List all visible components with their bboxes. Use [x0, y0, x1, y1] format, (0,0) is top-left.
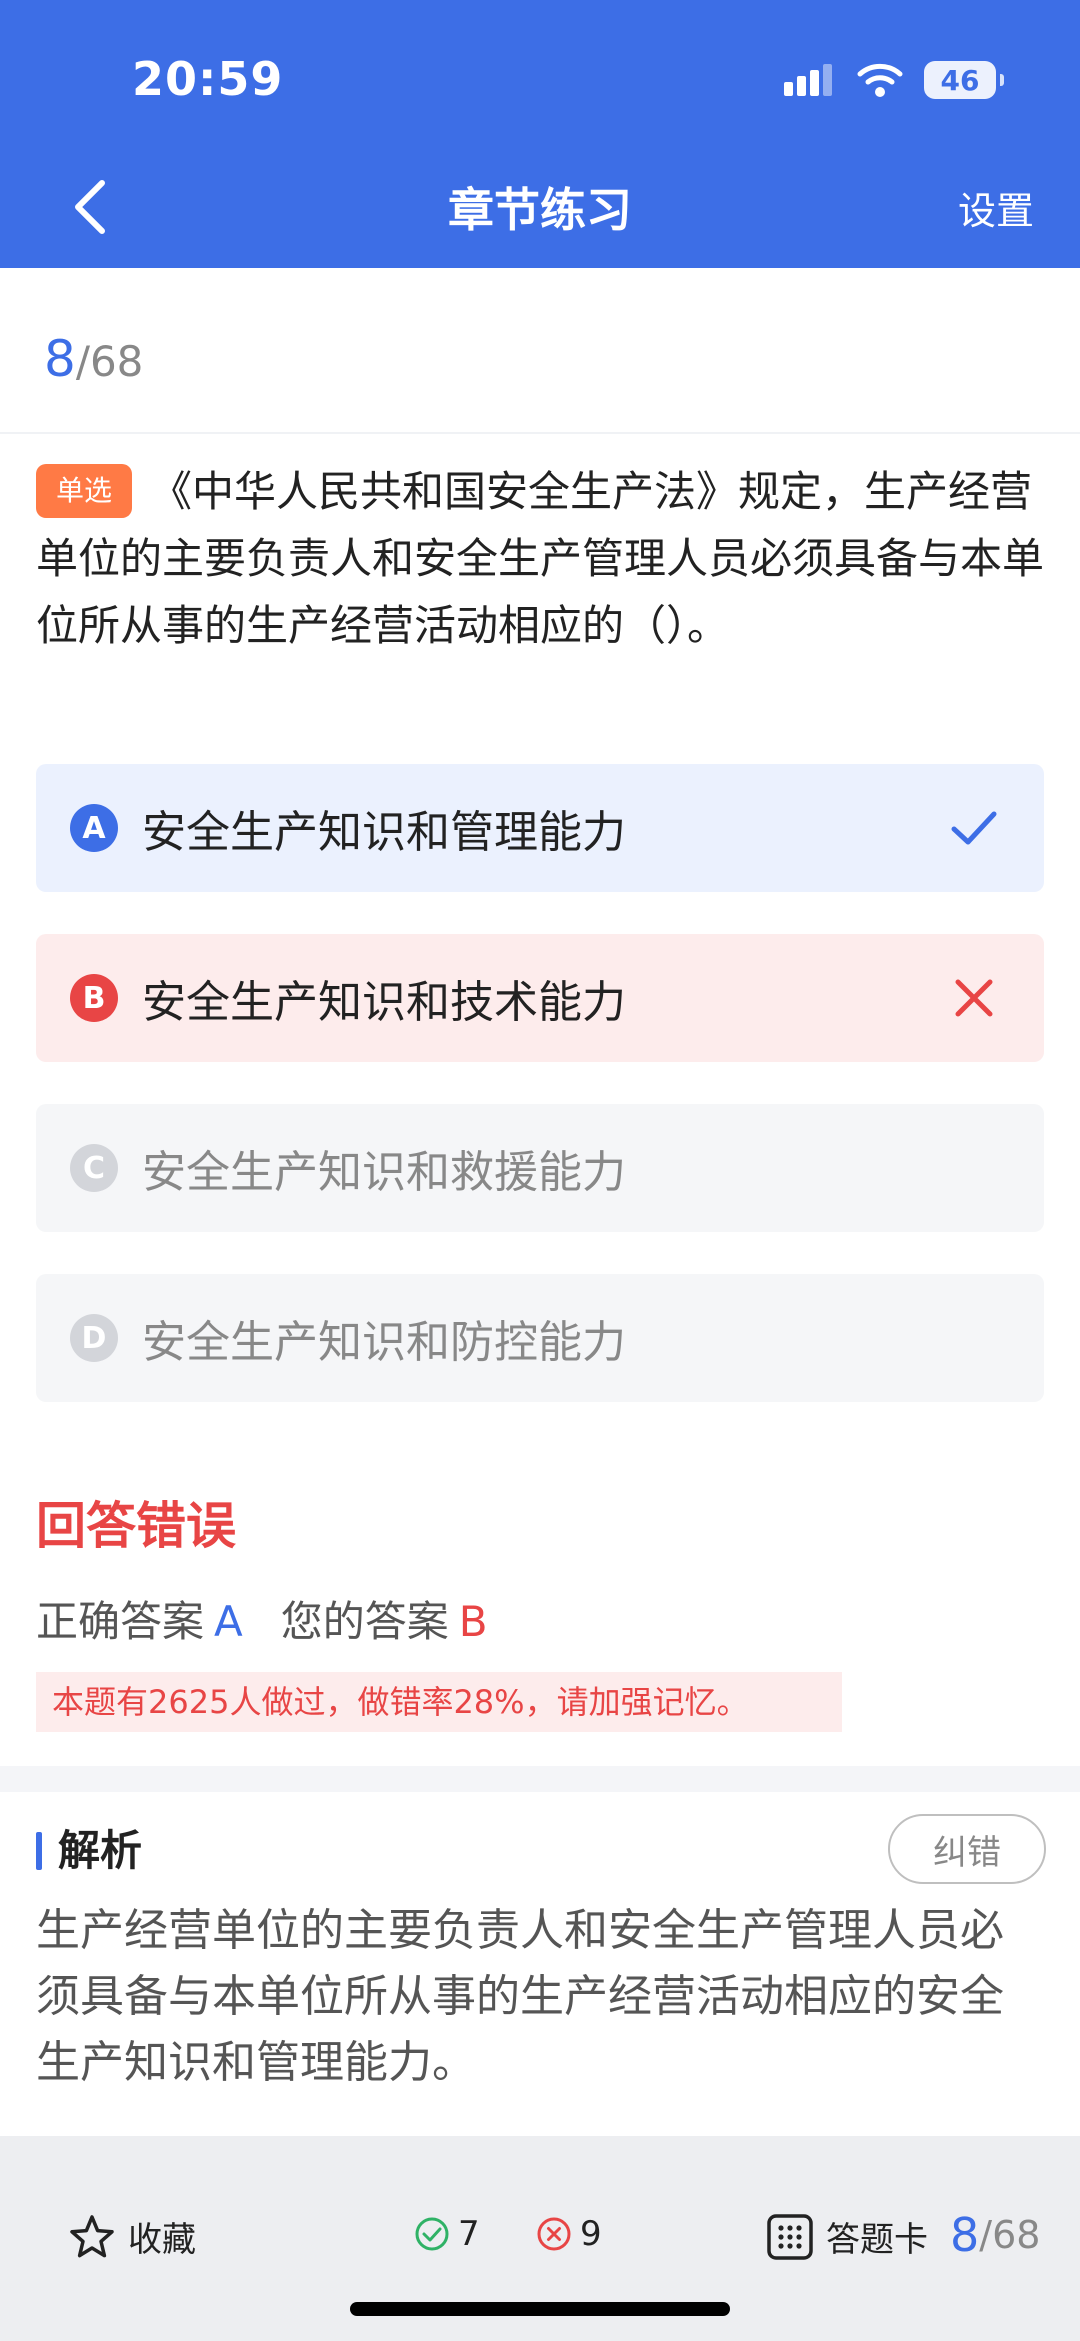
check-circle-icon	[415, 2217, 449, 2251]
option-letter: B	[70, 974, 118, 1022]
bottom-progress-total: /68	[979, 2213, 1041, 2257]
question-stem: 单选 《中华人民共和国安全生产法》规定，生产经营单位的主要负责人和安全生产管理人员…	[36, 458, 1046, 659]
bottom-progress-current: 8	[950, 2208, 980, 2262]
option-text: 安全生产知识和防控能力	[142, 1317, 626, 1368]
correct-answer-label: 正确答案	[36, 1597, 205, 1646]
right-count-value: 7	[458, 2214, 480, 2254]
option-a[interactable]: A 安全生产知识和管理能力	[36, 764, 1044, 892]
option-letter: A	[70, 804, 118, 852]
bottom-progress: 8/68	[950, 2208, 1040, 2262]
question-progress: 8/68	[44, 330, 143, 388]
report-error-button[interactable]: 纠错	[888, 1814, 1046, 1884]
check-icon	[951, 811, 997, 845]
grid-icon	[767, 2213, 813, 2260]
answer-card-label: 答题卡	[826, 2220, 928, 2260]
option-d[interactable]: D 安全生产知识和防控能力	[36, 1274, 1044, 1402]
wrong-count-value: 9	[580, 2214, 602, 2254]
option-text: 安全生产知识和技术能力	[142, 977, 626, 1028]
correct-answer-value: A	[214, 1597, 243, 1646]
status-icons: 46	[782, 58, 1004, 102]
question-text: 《中华人民共和国安全生产法》规定，生产经营单位的主要负责人和安全生产管理人员必须…	[36, 467, 1045, 650]
favorite-button[interactable]: 收藏	[68, 2212, 196, 2261]
signal-icon	[784, 64, 832, 96]
option-b[interactable]: B 安全生产知识和技术能力	[36, 934, 1044, 1062]
home-indicator[interactable]	[350, 2302, 730, 2316]
result-title: 回答错误	[36, 1497, 236, 1555]
your-answer-value: B	[458, 1597, 488, 1646]
divider	[0, 432, 1080, 434]
progress-total: /68	[75, 337, 144, 386]
cross-circle-icon	[537, 2217, 571, 2251]
app-header: 20:59 46 章节练习 设置	[0, 0, 1080, 268]
right-count: 7	[414, 2214, 480, 2254]
wrong-count: 9	[536, 2214, 602, 2254]
section-divider	[0, 1766, 1080, 1792]
analysis-text: 生产经营单位的主要负责人和安全生产管理人员必须具备与本单位所从事的生产经营活动相…	[36, 1905, 1004, 2088]
option-text: 安全生产知识和救援能力	[142, 1147, 626, 1198]
progress-current: 8	[44, 330, 76, 388]
star-icon	[70, 2214, 114, 2257]
question-type-badge: 单选	[36, 464, 133, 518]
favorite-label: 收藏	[128, 2220, 196, 2260]
option-c[interactable]: C 安全生产知识和救援能力	[36, 1104, 1044, 1232]
option-letter: C	[70, 1144, 118, 1192]
wifi-icon	[857, 63, 903, 97]
answer-card-button[interactable]: 答题卡	[766, 2212, 928, 2261]
option-letter: D	[70, 1314, 118, 1362]
answer-summary: 正确答案 A 您的答案 B	[36, 1588, 488, 1649]
status-time: 20:59	[132, 52, 284, 106]
error-rate-notice: 本题有2625人做过，做错率28%，请加强记忆。	[36, 1672, 842, 1732]
battery-level: 46	[940, 63, 980, 97]
your-answer-label: 您的答案	[280, 1597, 449, 1646]
page-title: 章节练习	[448, 183, 632, 237]
analysis-title: 解析	[36, 1826, 142, 1876]
option-text: 安全生产知识和管理能力	[142, 807, 626, 858]
battery-icon: 46	[924, 61, 1004, 99]
settings-button[interactable]: 设置	[958, 180, 1034, 235]
cross-icon	[955, 979, 993, 1017]
